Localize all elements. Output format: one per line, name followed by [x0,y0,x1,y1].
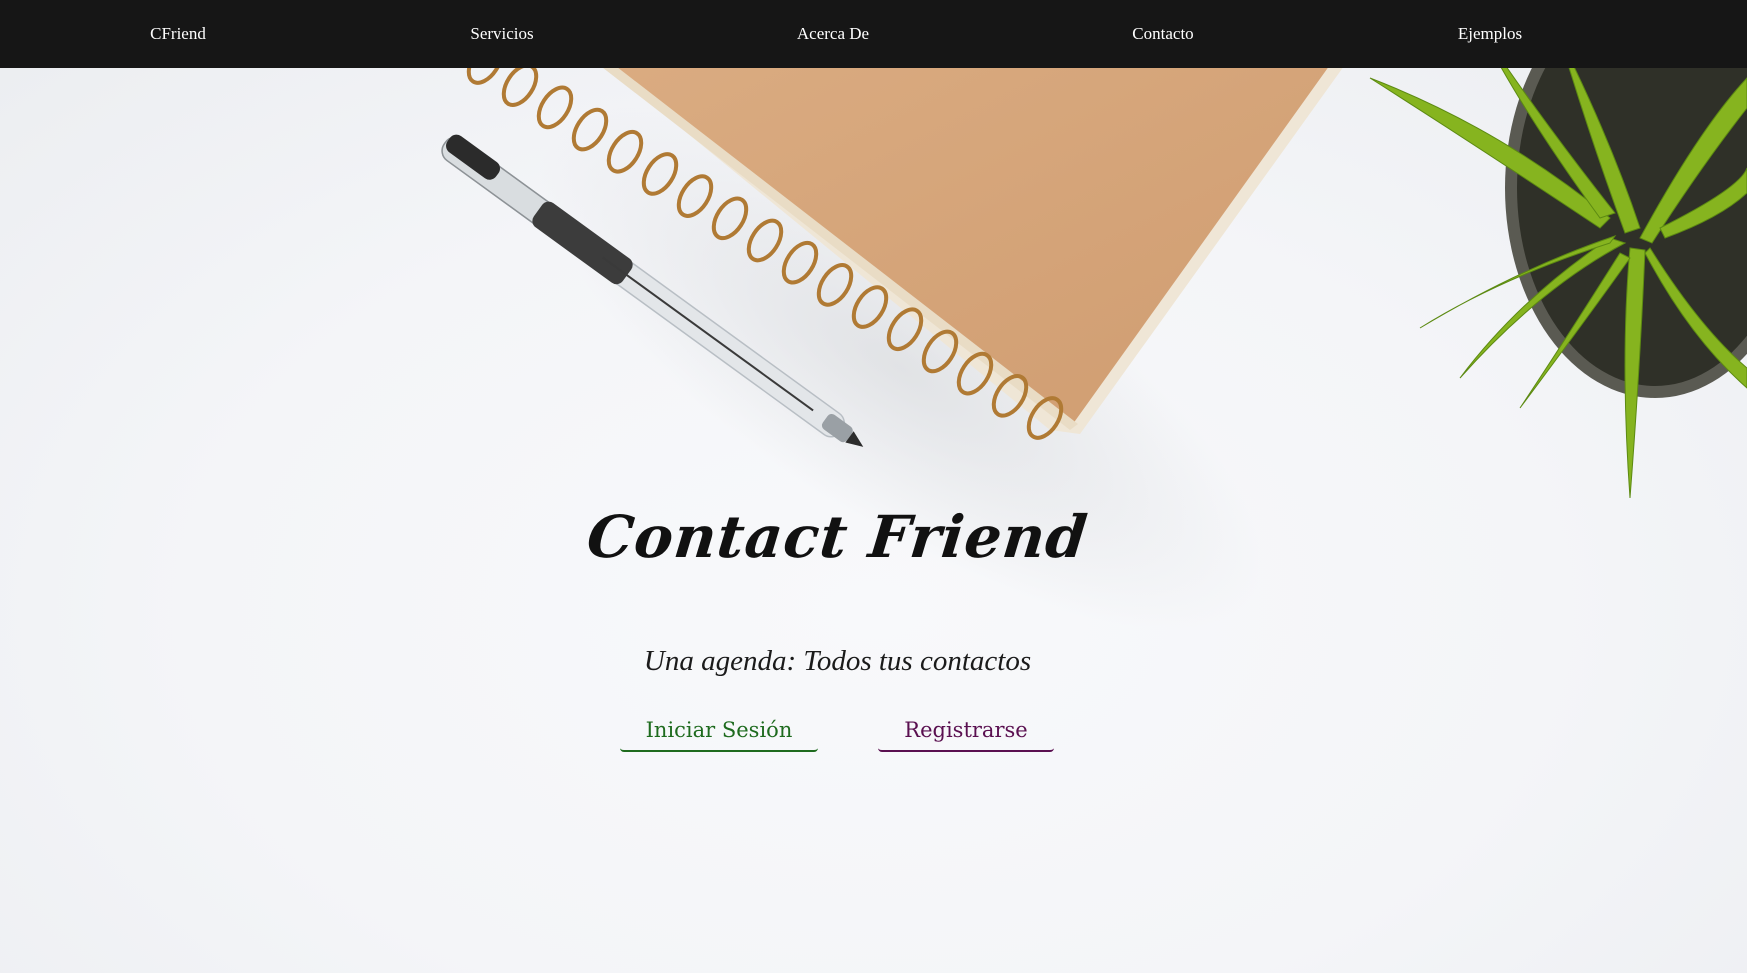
nav-item-ejemplos[interactable]: Ejemplos [1458,0,1522,68]
spiral-ring [466,68,504,85]
login-button[interactable]: Iniciar Sesión [620,708,818,752]
register-button[interactable]: Registrarse [878,708,1054,752]
spiral-ring [501,68,539,107]
hero-subtitle: Una agenda: Todos tus contactos [643,645,1032,677]
hero-section: Contact Friend Una agenda: Todos tus con… [0,68,1747,973]
nav-item-contacto[interactable]: Contacto [1132,0,1193,68]
top-navbar: CFriend Servicios Acerca De Contacto Eje… [0,0,1747,68]
nav-item-servicios[interactable]: Servicios [470,0,533,68]
hero-title: Contact Friend [583,503,1092,571]
plant-image [1369,68,1747,499]
nav-brand-link[interactable]: CFriend [150,0,206,68]
nav-item-acerca-de[interactable]: Acerca De [797,0,869,68]
